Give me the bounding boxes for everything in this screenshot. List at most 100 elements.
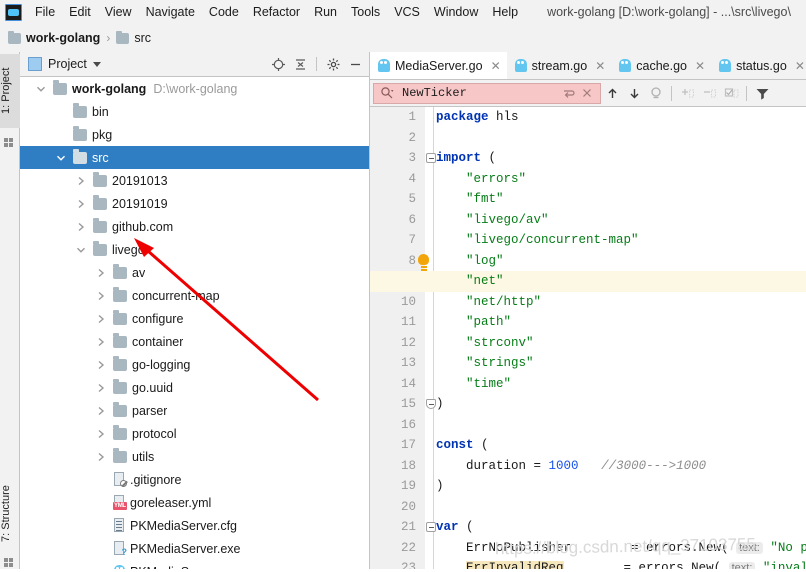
disclosure-down-icon[interactable] [74, 243, 88, 257]
remove-selection-icon[interactable] [698, 82, 720, 104]
tree-node-go-uuid[interactable]: go.uuid [20, 376, 369, 399]
code-line[interactable]: "time" [370, 374, 806, 395]
close-icon[interactable]: ✕ [695, 60, 705, 72]
tree-node-bin[interactable]: bin [20, 100, 369, 123]
disclosure-right-icon[interactable] [74, 220, 88, 234]
add-selection-icon[interactable] [676, 82, 698, 104]
disclosure-right-icon[interactable] [94, 266, 108, 280]
menu-item-edit[interactable]: Edit [62, 2, 98, 22]
tool-window-button-structure[interactable]: 7: Structure [0, 473, 20, 555]
close-icon[interactable]: ✕ [795, 60, 805, 72]
code-line[interactable]: "net" [370, 271, 806, 292]
fold-up-icon[interactable] [426, 399, 436, 409]
fold-down-icon[interactable] [426, 522, 436, 532]
tree-node-goreleaser-yml[interactable]: YML goreleaser.yml [20, 491, 369, 514]
tree-node-go-logging[interactable]: go-logging [20, 353, 369, 376]
fold-down-icon[interactable] [426, 153, 436, 163]
find-next-icon[interactable] [623, 82, 645, 104]
disclosure-right-icon[interactable] [94, 427, 108, 441]
code-line[interactable]: const ( [370, 435, 806, 456]
tree-node-protocol[interactable]: protocol [20, 422, 369, 445]
disclosure-down-icon[interactable] [54, 151, 68, 165]
code-line[interactable]: ErrInvalidReq = errors.New( text: "inval… [370, 558, 806, 569]
disclosure-right-icon[interactable] [94, 358, 108, 372]
search-input-value[interactable]: NewTicker [402, 86, 560, 100]
disclosure-right-icon[interactable] [74, 197, 88, 211]
code-line[interactable]: "fmt" [370, 189, 806, 210]
filter-icon[interactable] [751, 82, 773, 104]
menu-item-code[interactable]: Code [202, 2, 246, 22]
gear-icon[interactable] [323, 54, 343, 74]
close-icon[interactable]: ✕ [491, 60, 501, 72]
disclosure-down-icon[interactable] [34, 82, 48, 96]
collapse-all-icon[interactable] [290, 54, 310, 74]
code-line[interactable] [370, 415, 806, 436]
wrap-around-icon[interactable] [560, 84, 578, 102]
tree-node-pkmediaserver-go[interactable]: PKMediaServer.go [20, 560, 369, 569]
tree-node-work-golang[interactable]: work-golang D:\work-golang [20, 77, 369, 100]
code-line[interactable]: ) [370, 476, 806, 497]
tree-node-livego[interactable]: livego [20, 238, 369, 261]
tool-window-handle-bottom[interactable] [4, 558, 13, 567]
code-editor[interactable]: 1234567891011121314151617181920212223 pa… [370, 107, 806, 569]
code-line[interactable]: "livego/av" [370, 210, 806, 231]
disclosure-right-icon[interactable] [94, 450, 108, 464]
close-icon[interactable]: ✕ [595, 60, 605, 72]
search-icon[interactable] [378, 84, 396, 102]
tool-window-button-project[interactable]: 1: Project [0, 54, 20, 128]
tree-node-pkg[interactable]: pkg [20, 123, 369, 146]
chevron-down-icon[interactable] [92, 61, 101, 67]
disclosure-right-icon[interactable] [94, 404, 108, 418]
find-previous-icon[interactable] [601, 82, 623, 104]
menu-item-navigate[interactable]: Navigate [139, 2, 202, 22]
code-line[interactable]: "strings" [370, 353, 806, 374]
intention-bulb-icon[interactable] [418, 253, 429, 268]
menu-item-run[interactable]: Run [307, 2, 344, 22]
code-line[interactable]: package hls [370, 107, 806, 128]
code-line[interactable]: "net/http" [370, 292, 806, 313]
select-all-icon[interactable] [720, 82, 742, 104]
tree-node-av[interactable]: av [20, 261, 369, 284]
disclosure-right-icon[interactable] [94, 289, 108, 303]
disclosure-right-icon[interactable] [94, 381, 108, 395]
tree-node-utils[interactable]: utils [20, 445, 369, 468]
tree-node-parser[interactable]: parser [20, 399, 369, 422]
editor-tab-status-go[interactable]: status.go ✕ [711, 52, 806, 79]
tree-node--gitignore[interactable]: .gitignore [20, 468, 369, 491]
select-all-occurrences-icon[interactable] [645, 82, 667, 104]
editor-tab-mediaserver-go[interactable]: MediaServer.go ✕ [370, 52, 507, 79]
locate-icon[interactable] [268, 54, 288, 74]
code-line[interactable]: ) [370, 394, 806, 415]
menu-item-view[interactable]: View [98, 2, 139, 22]
project-tree[interactable]: work-golang D:\work-golang bin pkg src 201910… [20, 77, 369, 569]
menu-item-refactor[interactable]: Refactor [246, 2, 307, 22]
menu-item-window[interactable]: Window [427, 2, 485, 22]
menu-item-tools[interactable]: Tools [344, 2, 387, 22]
code-line[interactable]: "log" [370, 251, 806, 272]
disclosure-right-icon[interactable] [74, 174, 88, 188]
code-line[interactable]: "path" [370, 312, 806, 333]
code-line[interactable]: ErrNoPublisher = errors.New( text: "No p… [370, 538, 806, 559]
tree-node-concurrent-map[interactable]: concurrent-map [20, 284, 369, 307]
code-line[interactable] [370, 497, 806, 518]
menu-item-file[interactable]: File [28, 2, 62, 22]
tree-node-configure[interactable]: configure [20, 307, 369, 330]
code-line[interactable] [370, 128, 806, 149]
close-icon[interactable] [578, 84, 596, 102]
disclosure-right-icon[interactable] [94, 335, 108, 349]
code-line[interactable]: var ( [370, 517, 806, 538]
tree-node-20191013[interactable]: 20191013 [20, 169, 369, 192]
tree-node-github-com[interactable]: github.com [20, 215, 369, 238]
breadcrumb-root[interactable]: work-golang [26, 31, 100, 45]
minimize-icon[interactable] [345, 54, 365, 74]
code-line[interactable]: "livego/concurrent-map" [370, 230, 806, 251]
tree-node-pkmediaserver-exe[interactable]: ? PKMediaServer.exe [20, 537, 369, 560]
tree-node-container[interactable]: container [20, 330, 369, 353]
breadcrumb-child[interactable]: src [134, 31, 151, 45]
tree-node-src[interactable]: src [20, 146, 369, 169]
tree-node-20191019[interactable]: 20191019 [20, 192, 369, 215]
editor-tab-cache-go[interactable]: cache.go ✕ [611, 52, 711, 79]
tree-node-pkmediaserver-cfg[interactable]: PKMediaServer.cfg [20, 514, 369, 537]
menu-item-help[interactable]: Help [485, 2, 525, 22]
code-line[interactable]: import ( [370, 148, 806, 169]
